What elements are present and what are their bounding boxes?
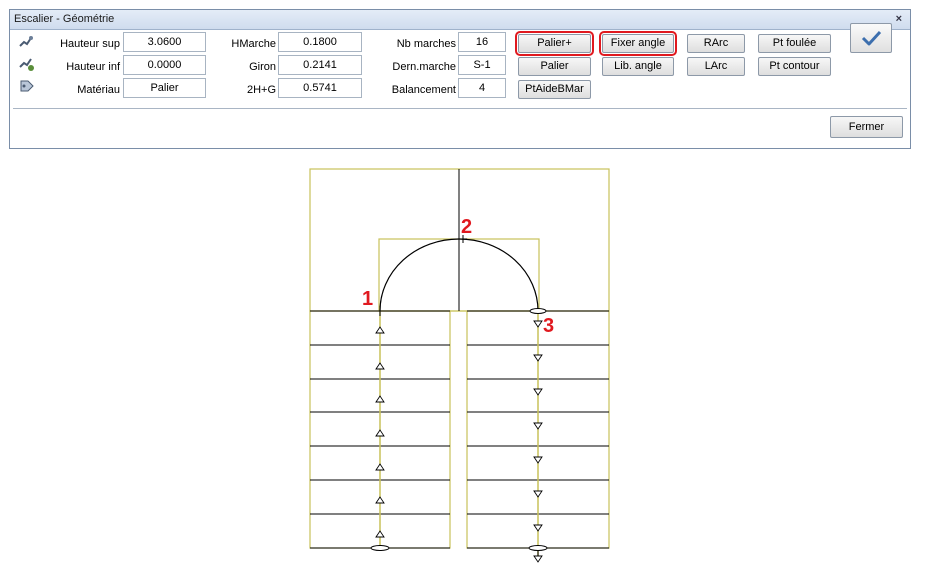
dern-marche-label: Dern.marche <box>392 61 456 73</box>
materiau-label: Matériau <box>77 84 120 96</box>
marker-3: 3 <box>543 315 554 337</box>
dialog-title: Escalier - Géométrie <box>14 13 115 25</box>
marker-2: 2 <box>461 216 472 238</box>
bottom-panel <box>13 108 907 148</box>
geometry-dialog: Escalier - Géométrie × Hauteur sup 3.060… <box>9 9 911 149</box>
rarc-button[interactable]: RArc <box>687 34 745 53</box>
hauteur-inf-field[interactable]: 0.0000 <box>123 55 206 75</box>
pt-contour-button[interactable]: Pt contour <box>758 57 831 76</box>
hmarche-label: HMarche <box>231 38 276 50</box>
down-arrows <box>533 320 543 563</box>
right-flight-outline <box>466 310 610 549</box>
landing-outline <box>309 168 610 312</box>
palier-plus-button[interactable]: Palier+ <box>515 31 594 56</box>
pt-aide-bmar-button[interactable]: PtAideBMar <box>518 80 591 99</box>
pt-foulee-button[interactable]: Pt foulée <box>758 34 831 53</box>
nb-marches-field[interactable]: 16 <box>458 32 506 52</box>
hauteur-sup-field[interactable]: 3.0600 <box>123 32 206 52</box>
title-bar: Escalier - Géométrie × <box>10 10 910 30</box>
checkmark-icon <box>861 30 882 46</box>
landing-inner-outline <box>378 238 540 312</box>
step-lines <box>310 310 609 549</box>
material-tag-icon[interactable] <box>18 78 36 94</box>
fixer-angle-button[interactable]: Fixer angle <box>599 31 677 56</box>
balancement-label: Balancement <box>391 84 456 96</box>
fermer-button[interactable]: Fermer <box>830 116 903 138</box>
balancement-field[interactable]: 4 <box>458 78 506 98</box>
end-ellipse <box>528 545 548 551</box>
up-arrows <box>375 326 385 538</box>
giron-label: Giron <box>249 61 276 73</box>
lib-angle-button[interactable]: Lib. angle <box>602 57 674 76</box>
validate-button[interactable] <box>850 23 892 53</box>
dern-marche-field[interactable]: S-1 <box>458 55 506 75</box>
point-3-ellipse <box>529 308 547 314</box>
marker-1: 1 <box>362 288 373 310</box>
stair-edit-icon[interactable] <box>18 34 36 50</box>
materiau-field[interactable]: Palier <box>123 78 206 98</box>
hmarche-field[interactable]: 0.1800 <box>278 32 362 52</box>
stair-add-icon[interactable] <box>18 56 36 72</box>
palier-button[interactable]: Palier <box>518 57 591 76</box>
hauteur-inf-label: Hauteur inf <box>66 61 120 73</box>
nb-marches-label: Nb marches <box>396 38 456 50</box>
hauteur-sup-label: Hauteur sup <box>60 38 120 50</box>
landing-arc <box>379 238 539 312</box>
2h-g-field[interactable]: 0.5741 <box>278 78 362 98</box>
start-ellipse <box>370 545 390 551</box>
larc-button[interactable]: LArc <box>687 57 745 76</box>
2h-g-label: 2H+G <box>246 84 276 96</box>
close-icon[interactable]: × <box>896 13 902 25</box>
giron-field[interactable]: 0.2141 <box>278 55 362 75</box>
left-flight-outline <box>309 310 451 549</box>
